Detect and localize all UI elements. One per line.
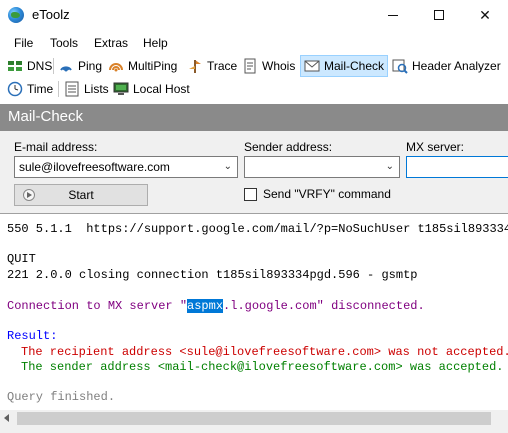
header-analyzer-label: Header Analyzer [412,59,501,73]
dns-label: DNS [27,59,53,73]
email-label: E-mail address: [14,140,98,154]
scroll-left-icon[interactable] [4,414,9,422]
trace-button[interactable]: Trace [184,55,240,77]
mail-check-label: Mail-Check [324,59,385,73]
email-value: sule@ilovefreesoftware.com [19,160,170,174]
lists-label: Lists [84,82,109,96]
local-host-label: Local Host [133,82,190,96]
clock-icon [7,81,23,97]
multiping-label: MultiPing [128,59,178,73]
vrfy-label[interactable]: Send "VRFY" command [263,187,391,201]
menu-bar: File Tools Extras Help [0,33,508,53]
globe-app-icon [8,7,24,23]
minimize-button[interactable] [370,0,416,30]
panel-header: Mail-Check [0,104,508,131]
close-icon: ✕ [479,6,491,23]
window-bottom-edge [0,427,508,433]
mail-check-button[interactable]: Mail-Check [300,55,389,77]
time-button[interactable]: Time [4,78,56,100]
toolbar-separator [58,81,59,97]
maximize-button[interactable] [416,0,462,30]
whois-icon [242,58,258,74]
horizontal-scrollbar[interactable] [0,410,508,427]
lists-icon [64,81,80,97]
email-field[interactable]: sule@ilovefreesoftware.com ⌄ [14,156,238,178]
menu-tools[interactable]: Tools [50,36,78,50]
result-label: Result: [7,329,58,343]
scrollbar-thumb[interactable] [17,412,491,425]
trace-label: Trace [207,59,238,73]
title-bar: eToolz ✕ [0,0,508,30]
menu-file[interactable]: File [14,36,33,50]
query-finished: Query finished. [7,390,116,404]
ping-button[interactable]: Ping [55,55,105,77]
ping-icon [58,58,74,74]
vrfy-checkbox[interactable] [244,188,257,201]
menu-help[interactable]: Help [143,36,168,50]
connection-rest: .l.google.com" disconnected. [223,299,425,313]
lists-button[interactable]: Lists [61,78,112,100]
dns-button[interactable]: DNS [4,55,55,77]
dns-icon [7,58,23,74]
selected-text: aspmx [187,299,224,313]
connection-prefix: Connection to MX server " [7,299,188,313]
result-sender: The sender address <mail-check@ilovefree… [21,360,504,374]
time-label: Time [27,82,54,96]
whois-button[interactable]: Whois [239,55,298,77]
chevron-down-icon[interactable]: ⌄ [386,161,394,172]
minimize-icon [388,14,398,16]
local-host-button[interactable]: Local Host [110,78,193,100]
header-analyzer-button[interactable]: Header Analyzer [389,55,504,77]
window-title: eToolz [32,7,70,22]
sender-field[interactable]: ⌄ [244,156,400,178]
mail-check-form: E-mail address: sule@ilovefreesoftware.c… [0,131,508,213]
multiping-button[interactable]: MultiPing [105,55,180,77]
output-log[interactable]: 550 5.1.1 https://support.google.com/mai… [0,213,508,408]
log-line-quit: QUIT [7,252,36,266]
maximize-icon [434,10,444,20]
toolbar-row-1: DNS Ping MultiPing Trace Whois Mail-Chec… [0,55,508,78]
menu-extras[interactable]: Extras [94,36,128,50]
whois-label: Whois [262,59,296,73]
local-host-icon [113,81,129,97]
play-icon [23,189,35,201]
trace-icon [187,58,203,74]
sender-label: Sender address: [244,140,333,154]
start-label: Start [68,188,94,202]
start-button[interactable]: Start [14,184,148,206]
mx-label: MX server: [406,140,465,154]
toolbar-separator [53,58,54,74]
toolbar-row-2: Time Lists Local Host [0,78,508,100]
header-analyzer-icon [392,58,408,74]
mail-check-icon [304,58,320,74]
close-button[interactable]: ✕ [462,0,508,30]
log-line-550: 550 5.1.1 https://support.google.com/mai… [7,222,508,236]
multiping-icon [108,58,124,74]
result-recipient: The recipient address <sule@ilovefreesof… [21,345,508,359]
log-line-connection: Connection to MX server "aspmx.l.google.… [7,299,425,314]
ping-label: Ping [78,59,103,73]
chevron-down-icon[interactable]: ⌄ [224,161,232,172]
panel-title: Mail-Check [8,108,84,125]
mx-server-input[interactable] [406,156,508,178]
log-line-221: 221 2.0.0 closing connection t185sil8933… [7,268,418,282]
